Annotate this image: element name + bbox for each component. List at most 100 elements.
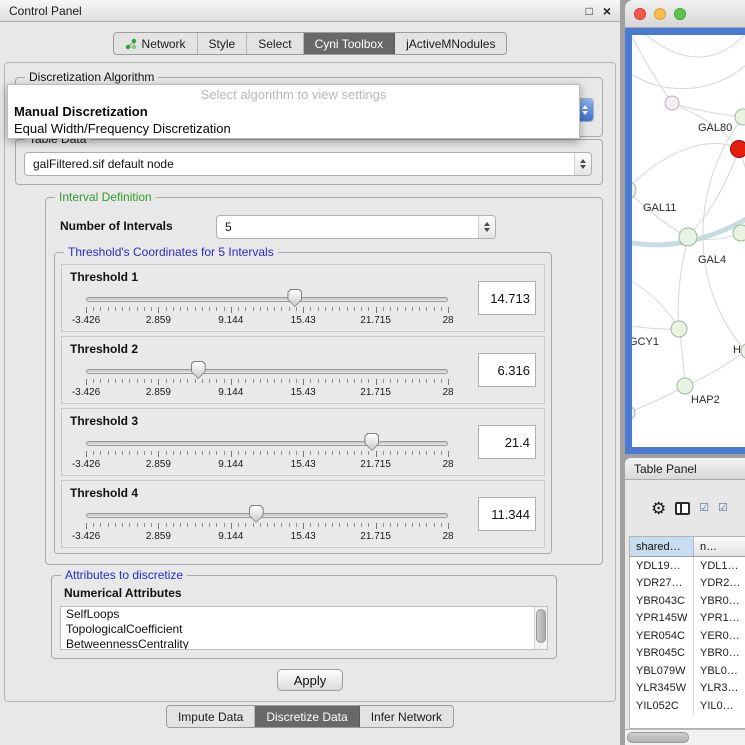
table-cell: YDR27…: [630, 575, 694, 593]
slider-thumb[interactable]: [191, 361, 206, 379]
combo-stepper-icon[interactable]: [574, 153, 591, 175]
node[interactable]: [671, 321, 687, 337]
table-row[interactable]: YER054CYER0…: [630, 627, 745, 645]
table-row[interactable]: YDL19…YDL1…: [630, 557, 745, 575]
tick-mark: [405, 307, 406, 311]
column-header-shared-name[interactable]: shared…: [630, 537, 694, 556]
window-title: Control Panel: [9, 4, 82, 18]
table-row[interactable]: YPR145WYPR1…: [630, 610, 745, 628]
slider-thumb[interactable]: [364, 433, 379, 451]
table-row[interactable]: YBR045CYBR0…: [630, 645, 745, 663]
threshold-slider[interactable]: -3.4262.8599.14415.4321.71528: [86, 363, 448, 401]
column-header-name[interactable]: n…: [694, 537, 745, 556]
apply-button[interactable]: Apply: [277, 669, 343, 691]
numerical-attribute-item[interactable]: SelfLoops: [61, 607, 547, 622]
numerical-attributes-list[interactable]: SelfLoopsTopologicalCoefficientBetweenne…: [60, 606, 548, 650]
table-horizontal-scrollbar[interactable]: [625, 729, 745, 745]
gear-icon[interactable]: ⚙: [651, 500, 666, 517]
checkbox-icon[interactable]: ☑: [699, 503, 709, 514]
tick-mark: [296, 307, 297, 311]
tick-mark: [129, 523, 130, 527]
tick-mark: [245, 523, 246, 527]
tab-select[interactable]: Select: [247, 33, 303, 54]
tab-network[interactable]: Network: [114, 33, 198, 54]
tab-jactivemnodules[interactable]: jActiveMNodules: [395, 33, 506, 54]
slider-track[interactable]: [86, 513, 448, 518]
tab-style[interactable]: Style: [198, 33, 248, 54]
tick-mark: [289, 523, 290, 527]
node[interactable]: [632, 181, 636, 199]
tab-impute-data[interactable]: Impute Data: [167, 706, 255, 727]
tab-discretize-data[interactable]: Discretize Data: [255, 706, 359, 727]
table-cell: YLR3…: [694, 680, 745, 698]
dropdown-option-manual-discretization[interactable]: Manual Discretization: [8, 103, 579, 120]
threshold-slider[interactable]: -3.4262.8599.14415.4321.71528: [86, 291, 448, 329]
table-data-select[interactable]: galFiltered.sif default node: [24, 152, 592, 176]
tick-mark: [195, 451, 196, 455]
slider-thumb[interactable]: [287, 289, 302, 307]
threshold-value-field[interactable]: 14.713: [478, 281, 536, 315]
tick-mark: [274, 307, 275, 311]
columns-icon[interactable]: [675, 502, 690, 515]
checkbox-icon[interactable]: ☑: [718, 503, 728, 514]
selected-node[interactable]: [731, 141, 745, 158]
combo-stepper-icon[interactable]: [478, 216, 495, 238]
float-window-icon[interactable]: □: [586, 4, 593, 18]
slider-tick-labels: -3.4262.8599.14415.4321.71528: [86, 531, 448, 543]
node[interactable]: [677, 378, 693, 394]
scrollbar-thumb[interactable]: [536, 609, 546, 643]
node[interactable]: [735, 109, 745, 125]
numerical-attribute-item[interactable]: BetweennessCentrality: [61, 637, 547, 650]
scrollbar-thumb[interactable]: [627, 732, 689, 743]
threshold-label: Threshold 2: [70, 342, 138, 356]
network-canvas[interactable]: GAL80 GAL11 GAL4 GCY1 HAP2 H: [632, 35, 745, 447]
tick-mark: [238, 451, 239, 455]
node-label: H: [733, 344, 741, 356]
tab-cyni-toolbox[interactable]: Cyni Toolbox: [304, 33, 395, 54]
table-cell: YBL079W: [630, 662, 694, 680]
table-row[interactable]: YIL052CYIL0…: [630, 697, 745, 715]
threshold-value-field[interactable]: 11.344: [478, 497, 536, 531]
threshold-slider[interactable]: -3.4262.8599.14415.4321.71528: [86, 435, 448, 473]
tab-label: Impute Data: [178, 710, 243, 724]
list-vertical-scrollbar[interactable]: [534, 607, 547, 649]
tick-mark: [253, 523, 254, 527]
table-row[interactable]: YBR043CYBR0…: [630, 592, 745, 610]
dropdown-option-equal-width-frequency[interactable]: Equal Width/Frequency Discretization: [8, 120, 579, 137]
close-window-icon[interactable]: ×: [603, 4, 611, 18]
tick-mark: [325, 379, 326, 383]
numerical-attribute-item[interactable]: TopologicalCoefficient: [61, 622, 547, 637]
tick-mark: [332, 307, 333, 311]
slider-track[interactable]: [86, 369, 448, 374]
node[interactable]: [632, 406, 635, 420]
table-row[interactable]: YDR27…YDR2…: [630, 575, 745, 593]
zoom-traffic-light-icon[interactable]: [674, 8, 686, 20]
slider-track[interactable]: [86, 441, 448, 446]
slider-track[interactable]: [86, 297, 448, 302]
tick-label: 2.859: [146, 459, 171, 470]
tick-label: -3.426: [72, 387, 100, 398]
tick-mark: [93, 523, 94, 527]
tick-mark: [100, 307, 101, 311]
node[interactable]: [665, 96, 679, 110]
tick-mark: [202, 379, 203, 383]
tick-mark: [412, 307, 413, 311]
tick-mark: [238, 523, 239, 527]
node[interactable]: [733, 225, 745, 241]
tick-mark: [434, 523, 435, 527]
minimize-traffic-light-icon[interactable]: [654, 8, 666, 20]
close-traffic-light-icon[interactable]: [634, 8, 646, 20]
table-row[interactable]: YBL079WYBL0…: [630, 662, 745, 680]
table-row[interactable]: YLR345WYLR3…: [630, 680, 745, 698]
number-of-intervals-select[interactable]: 5: [216, 215, 496, 239]
tick-mark: [296, 451, 297, 455]
tab-infer-network[interactable]: Infer Network: [360, 706, 453, 727]
node[interactable]: [679, 228, 697, 246]
slider-thumb[interactable]: [249, 505, 264, 523]
tick-mark: [100, 451, 101, 455]
tick-mark: [347, 523, 348, 527]
threshold-value-field[interactable]: 21.4: [478, 425, 536, 459]
threshold-value-field[interactable]: 6.316: [478, 353, 536, 387]
threshold-slider[interactable]: -3.4262.8599.14415.4321.71528: [86, 507, 448, 545]
tick-mark: [419, 379, 420, 383]
